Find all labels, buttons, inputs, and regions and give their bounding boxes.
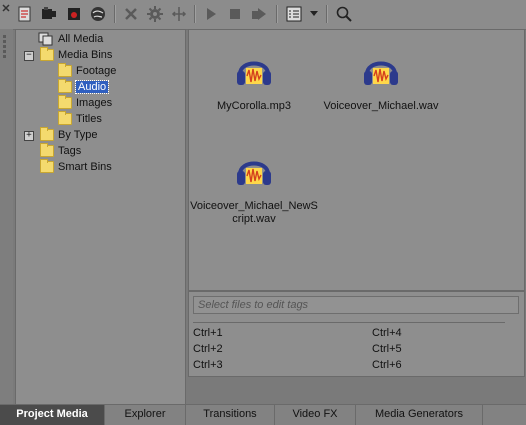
tree-item-label: Titles (76, 113, 102, 125)
collapse-media-bins-button[interactable]: − (24, 51, 34, 61)
tree-item-footage[interactable]: Footage (58, 63, 116, 79)
folder-icon (40, 47, 54, 61)
get-media-from-web-icon[interactable] (88, 4, 108, 24)
tree-item-media-bins[interactable]: Media Bins (40, 47, 112, 63)
tag-shortcut[interactable]: Ctrl+1 (193, 327, 223, 339)
media-bins-tree: All Media − Media Bins Footage Audio Ima… (15, 29, 186, 405)
tag-shortcut[interactable]: Ctrl+5 (372, 343, 402, 355)
remove-media-icon[interactable] (121, 4, 141, 24)
folder-icon (40, 159, 54, 173)
folder-icon (58, 63, 72, 77)
panel-filler (188, 378, 523, 404)
dropdown-arrow-icon[interactable] (308, 4, 320, 24)
toolbar (0, 0, 526, 30)
toolbar-separator (326, 5, 328, 23)
tree-item-audio[interactable]: Audio (58, 79, 110, 95)
file-name: MyCorolla.mp3 (217, 100, 291, 112)
file-name-line-2: cript.wav (232, 213, 276, 225)
panel-gripper[interactable] (0, 29, 13, 404)
file-name: Voiceover_Michael.wav (323, 100, 439, 112)
tree-item-by-type[interactable]: By Type (40, 127, 98, 143)
tree-item-tags[interactable]: Tags (40, 143, 81, 159)
tree-item-titles[interactable]: Titles (58, 111, 102, 127)
file-name-line-1: Voiceover_Michael_NewS (190, 200, 318, 212)
toolbar-separator (194, 5, 196, 23)
tree-item-label: Tags (58, 145, 82, 157)
expand-by-type-button[interactable]: + (24, 131, 34, 141)
tag-shortcut[interactable]: Ctrl+3 (193, 359, 223, 371)
folder-icon (40, 143, 54, 157)
search-icon[interactable] (334, 4, 354, 24)
tree-item-label: Audio (74, 80, 110, 94)
tab-media-generators[interactable]: Media Generators (356, 405, 483, 425)
auto-preview-icon[interactable] (249, 4, 269, 24)
window-tabs: Project Media Explorer Transitions Video… (0, 404, 526, 425)
folder-icon (58, 111, 72, 125)
capture-video-icon[interactable] (39, 4, 59, 24)
media-file-item[interactable]: MyCorolla.mp3 (189, 54, 319, 113)
tab-project-media[interactable]: Project Media (0, 405, 105, 425)
toolbar-separator (276, 5, 278, 23)
tree-item-images[interactable]: Images (58, 95, 112, 111)
all-media-icon (38, 32, 54, 46)
tree-item-label: By Type (58, 129, 98, 141)
tag-shortcut[interactable]: Ctrl+6 (372, 359, 402, 371)
tags-panel: Select files to edit tags Ctrl+1 Ctrl+2 … (188, 291, 525, 377)
tab-video-fx[interactable]: Video FX (275, 405, 356, 425)
audio-headphones-icon (237, 161, 271, 185)
media-file-item[interactable]: Voiceover_Michael.wav (316, 54, 446, 113)
audio-headphones-icon (237, 61, 271, 85)
folder-icon (58, 79, 72, 93)
tree-item-smart-bins[interactable]: Smart Bins (40, 159, 112, 175)
tree-item-label: Images (76, 97, 113, 109)
tree-item-label: All Media (58, 33, 104, 45)
media-file-item[interactable]: Voiceover_Michael_NewS cript.wav (189, 154, 319, 226)
media-files-panel: MyCorolla.mp3 Voiceover_Michael.wav Voic… (188, 29, 525, 291)
tag-shortcut[interactable]: Ctrl+2 (193, 343, 223, 355)
audio-headphones-icon (364, 61, 398, 85)
media-fx-icon[interactable] (145, 4, 165, 24)
tag-shortcut[interactable]: Ctrl+4 (372, 327, 402, 339)
tab-transitions[interactable]: Transitions (186, 405, 275, 425)
get-media-from-disc-icon[interactable] (64, 4, 84, 24)
views-icon[interactable] (284, 4, 304, 24)
import-media-icon[interactable] (15, 4, 35, 24)
tree-item-all-media[interactable]: All Media (38, 31, 103, 47)
tree-item-label: Media Bins (58, 49, 113, 61)
tree-item-label: Footage (76, 65, 117, 77)
toolbar-separator (114, 5, 116, 23)
media-generators-properties-icon[interactable] (169, 4, 189, 24)
close-pin-icon[interactable] (0, 2, 12, 14)
tab-explorer[interactable]: Explorer (105, 405, 186, 425)
folder-icon (40, 127, 54, 141)
stop-icon[interactable] (225, 4, 245, 24)
play-icon[interactable] (201, 4, 221, 24)
divider (193, 322, 505, 323)
tag-input[interactable]: Select files to edit tags (193, 296, 519, 314)
folder-icon (58, 95, 72, 109)
tree-item-label: Smart Bins (58, 161, 112, 173)
